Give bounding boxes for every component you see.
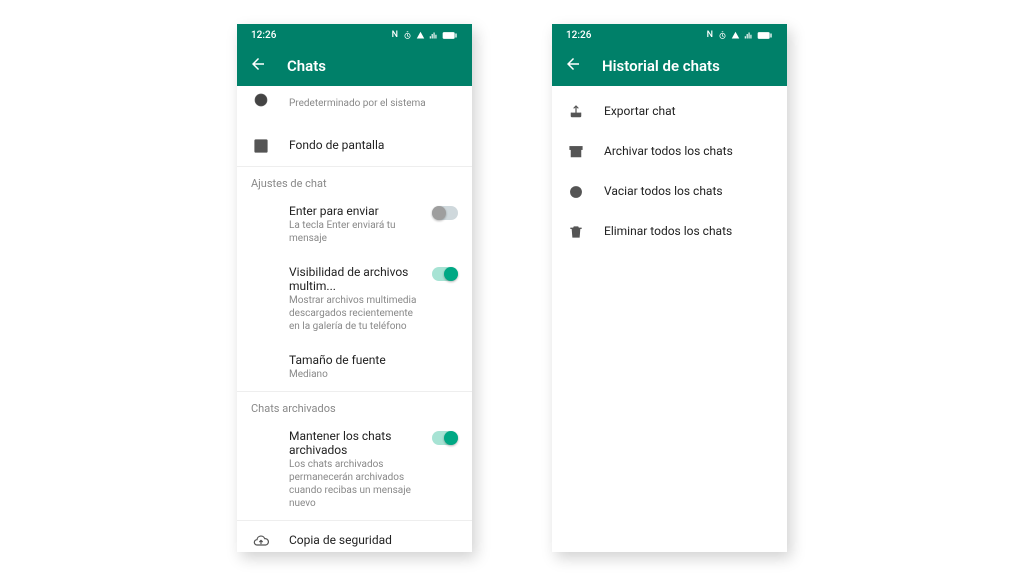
enter-to-send-row[interactable]: Enter para enviar La tecla Enter enviará… — [237, 194, 472, 255]
archive-icon — [566, 144, 586, 160]
font-size-sub: Mediano — [289, 368, 424, 381]
status-icons: N — [392, 30, 458, 40]
wallpaper-row[interactable]: Fondo de pantalla — [237, 126, 472, 166]
export-chat-row[interactable]: Exportar chat — [552, 92, 787, 132]
section-archived: Chats archivados — [237, 392, 472, 419]
enter-to-send-toggle[interactable] — [432, 206, 458, 220]
page-title: Chats — [287, 57, 326, 75]
delete-all-row[interactable]: Eliminar todos los chats — [552, 212, 787, 252]
status-bar: 12:26 N — [237, 24, 472, 46]
keep-archived-toggle[interactable] — [432, 431, 458, 445]
back-icon[interactable] — [249, 55, 267, 77]
archive-all-row[interactable]: Archivar todos los chats — [552, 132, 787, 172]
cloud-backup-icon — [251, 533, 271, 549]
keep-archived-title: Mantener los chats archivados — [289, 429, 424, 457]
page-title: Historial de chats — [602, 57, 720, 75]
media-visibility-title: Visibilidad de archivos multim... — [289, 265, 424, 293]
backup-row[interactable]: Copia de seguridad — [237, 521, 472, 552]
theme-icon — [251, 92, 271, 108]
media-visibility-row[interactable]: Visibilidad de archivos multim... Mostra… — [237, 255, 472, 343]
phone-screen-chats: 12:26 N Chats Predeterminado por el sist… — [237, 24, 472, 552]
settings-content: Predeterminado por el sistema Fondo de p… — [237, 86, 472, 552]
theme-sub: Predeterminado por el sistema — [289, 97, 458, 110]
export-chat-label: Exportar chat — [604, 104, 773, 120]
clear-all-label: Vaciar todos los chats — [604, 184, 773, 200]
app-bar: Historial de chats — [552, 46, 787, 86]
back-icon[interactable] — [564, 55, 582, 77]
font-size-row[interactable]: Tamaño de fuente Mediano — [237, 343, 472, 391]
delete-all-label: Eliminar todos los chats — [604, 224, 773, 240]
backup-label: Copia de seguridad — [289, 533, 458, 549]
section-chat-settings: Ajustes de chat — [237, 167, 472, 194]
enter-to-send-title: Enter para enviar — [289, 204, 424, 218]
trash-icon — [566, 224, 586, 240]
theme-row[interactable]: Predeterminado por el sistema — [237, 86, 472, 126]
keep-archived-row[interactable]: Mantener los chats archivados Los chats … — [237, 419, 472, 520]
media-visibility-sub: Mostrar archivos multimedia descargados … — [289, 294, 424, 333]
phone-screen-history: 12:26 N Historial de chats Exportar chat — [552, 24, 787, 552]
status-time: 12:26 — [566, 30, 591, 41]
wallpaper-label: Fondo de pantalla — [289, 138, 458, 154]
app-bar: Chats — [237, 46, 472, 86]
status-time: 12:26 — [251, 30, 276, 41]
media-visibility-toggle[interactable] — [432, 267, 458, 281]
keep-archived-sub: Los chats archivados permanecerán archiv… — [289, 458, 424, 510]
enter-to-send-sub: La tecla Enter enviará tu mensaje — [289, 219, 424, 245]
wallpaper-icon — [251, 138, 271, 154]
clear-icon — [566, 184, 586, 200]
archive-all-label: Archivar todos los chats — [604, 144, 773, 160]
font-size-title: Tamaño de fuente — [289, 353, 424, 367]
status-icons: N — [707, 30, 773, 40]
status-bar: 12:26 N — [552, 24, 787, 46]
export-icon — [566, 104, 586, 120]
history-content: Exportar chat Archivar todos los chats V… — [552, 86, 787, 552]
clear-all-row[interactable]: Vaciar todos los chats — [552, 172, 787, 212]
